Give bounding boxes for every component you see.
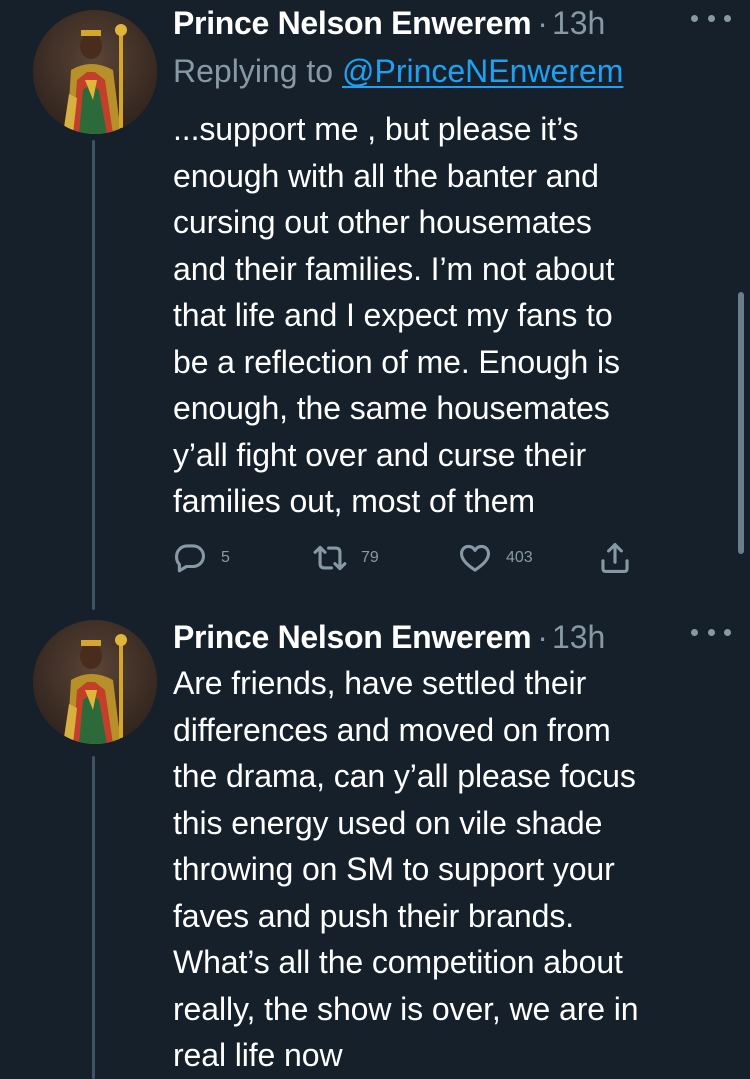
avatar-image [33,620,157,744]
more-dots-icon[interactable] [691,622,731,642]
replying-to-handle-link[interactable]: @PrinceNEnwerem [342,53,623,89]
tweet-header: Prince Nelson Enwerem · 13h [173,0,733,46]
replying-to-label: Replying to [173,53,342,89]
more-dots-icon[interactable] [691,8,731,28]
separator: · [537,619,548,655]
like-count: 403 [506,549,533,566]
retweet-count: 79 [361,549,379,566]
tweet-2[interactable]: Prince Nelson Enwerem · 13h Are friends,… [0,612,750,1079]
tweet-text: Are friends, have settled their differen… [173,665,639,1073]
replying-to: Replying to @PrinceNEnwerem [173,48,733,94]
reply-bubble-icon [174,544,206,573]
reply-count: 5 [221,549,230,566]
tweet-header: Prince Nelson Enwerem · 13h [173,614,733,660]
avatar[interactable] [33,620,157,744]
author-name[interactable]: Prince Nelson Enwerem [173,0,532,46]
tweet-1[interactable]: Prince Nelson Enwerem · 13h Replying to … [0,0,750,610]
like-button[interactable]: 403 [458,541,533,575]
avatar[interactable] [33,10,157,134]
reply-button[interactable]: 5 [173,541,230,575]
avatar-image [33,10,157,134]
author-name[interactable]: Prince Nelson Enwerem [173,614,532,660]
timestamp[interactable]: 13h [552,0,605,46]
timestamp[interactable]: 13h [552,614,605,660]
scrollbar[interactable] [738,292,744,554]
share-icon [601,542,629,574]
tweet-text: ...support me , but please it’s enough w… [173,111,620,519]
share-button[interactable] [598,541,632,575]
heart-icon [459,544,491,572]
separator: · [537,5,548,41]
thread-line [92,756,95,1079]
thread-line [92,140,95,610]
retweet-button[interactable]: 79 [313,541,379,575]
retweet-icon [313,545,347,571]
